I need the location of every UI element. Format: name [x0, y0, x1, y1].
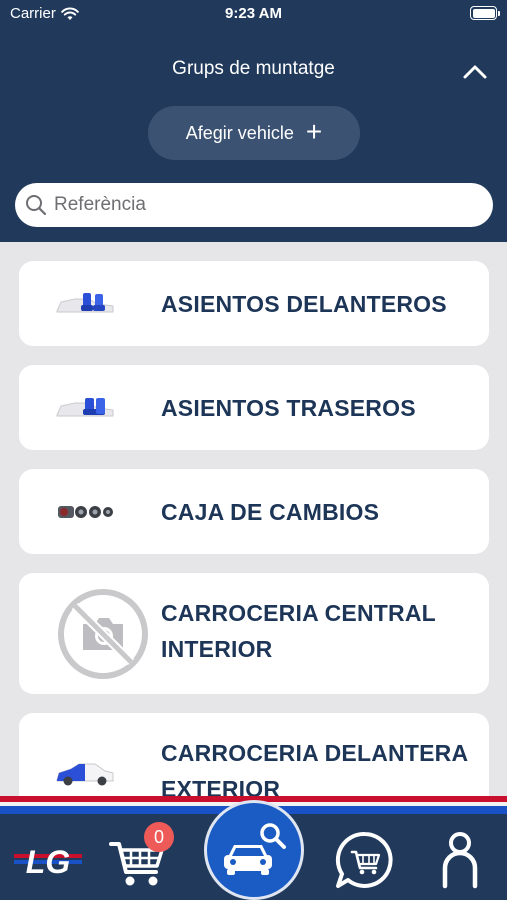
- group-label: ASIENTOS TRASEROS: [161, 394, 416, 421]
- plus-icon: +: [305, 115, 323, 147]
- gearbox-icon: [53, 502, 117, 522]
- battery-icon: [470, 6, 500, 20]
- search-input[interactable]: [54, 194, 454, 216]
- front-body-icon: [53, 760, 117, 788]
- chevron-up-icon[interactable]: [461, 58, 489, 86]
- lg-logo-icon: LG: [14, 844, 82, 880]
- chat-cart-icon: [335, 831, 393, 888]
- group-card-rear-seats[interactable]: ASIENTOS TRASEROS: [19, 365, 489, 450]
- cart-count-badge: 0: [144, 822, 174, 852]
- chat-order-tab[interactable]: [334, 830, 396, 890]
- search-bar[interactable]: [15, 183, 493, 227]
- group-card-gearbox[interactable]: CAJA DE CAMBIOS: [19, 469, 489, 554]
- vehicle-search-button[interactable]: [204, 800, 304, 900]
- lg-logo-tab[interactable]: LG: [14, 840, 84, 882]
- assembly-group-list[interactable]: ASIENTOS DELANTEROS ASIENTOS TRASEROS CA…: [0, 242, 507, 802]
- group-label: CARROCERIA CENTRAL INTERIOR: [161, 600, 436, 662]
- group-card-front-seats[interactable]: ASIENTOS DELANTEROS: [19, 261, 489, 346]
- lg-logo-text: LG: [26, 844, 70, 880]
- front-seats-icon: [53, 291, 117, 317]
- clock: 9:23 AM: [225, 5, 282, 22]
- no-photo-icon: [57, 588, 149, 680]
- page-title: Grups de muntatge: [172, 58, 335, 79]
- status-bar: Carrier 9:23 AM: [0, 0, 507, 30]
- add-vehicle-label: Afegir vehicle: [185, 122, 294, 143]
- rear-seats-icon: [53, 395, 117, 421]
- group-card-central-body-interior[interactable]: CARROCERIA CENTRAL INTERIOR: [19, 573, 489, 694]
- group-label: ASIENTOS DELANTEROS: [161, 290, 447, 317]
- header: Carrier 9:23 AM Grups de muntatge Afegir…: [0, 0, 507, 242]
- profile-tab[interactable]: [440, 830, 480, 890]
- search-icon: [26, 195, 47, 216]
- group-label: CARROCERIA DELANTERA EXTERIOR: [161, 740, 468, 802]
- group-label: CAJA DE CAMBIOS: [161, 498, 380, 525]
- group-card-front-body-exterior[interactable]: CARROCERIA DELANTERA EXTERIOR: [19, 713, 489, 802]
- car-search-icon: [224, 823, 286, 875]
- user-icon: [442, 832, 478, 889]
- add-vehicle-button[interactable]: Afegir vehicle +: [148, 106, 360, 160]
